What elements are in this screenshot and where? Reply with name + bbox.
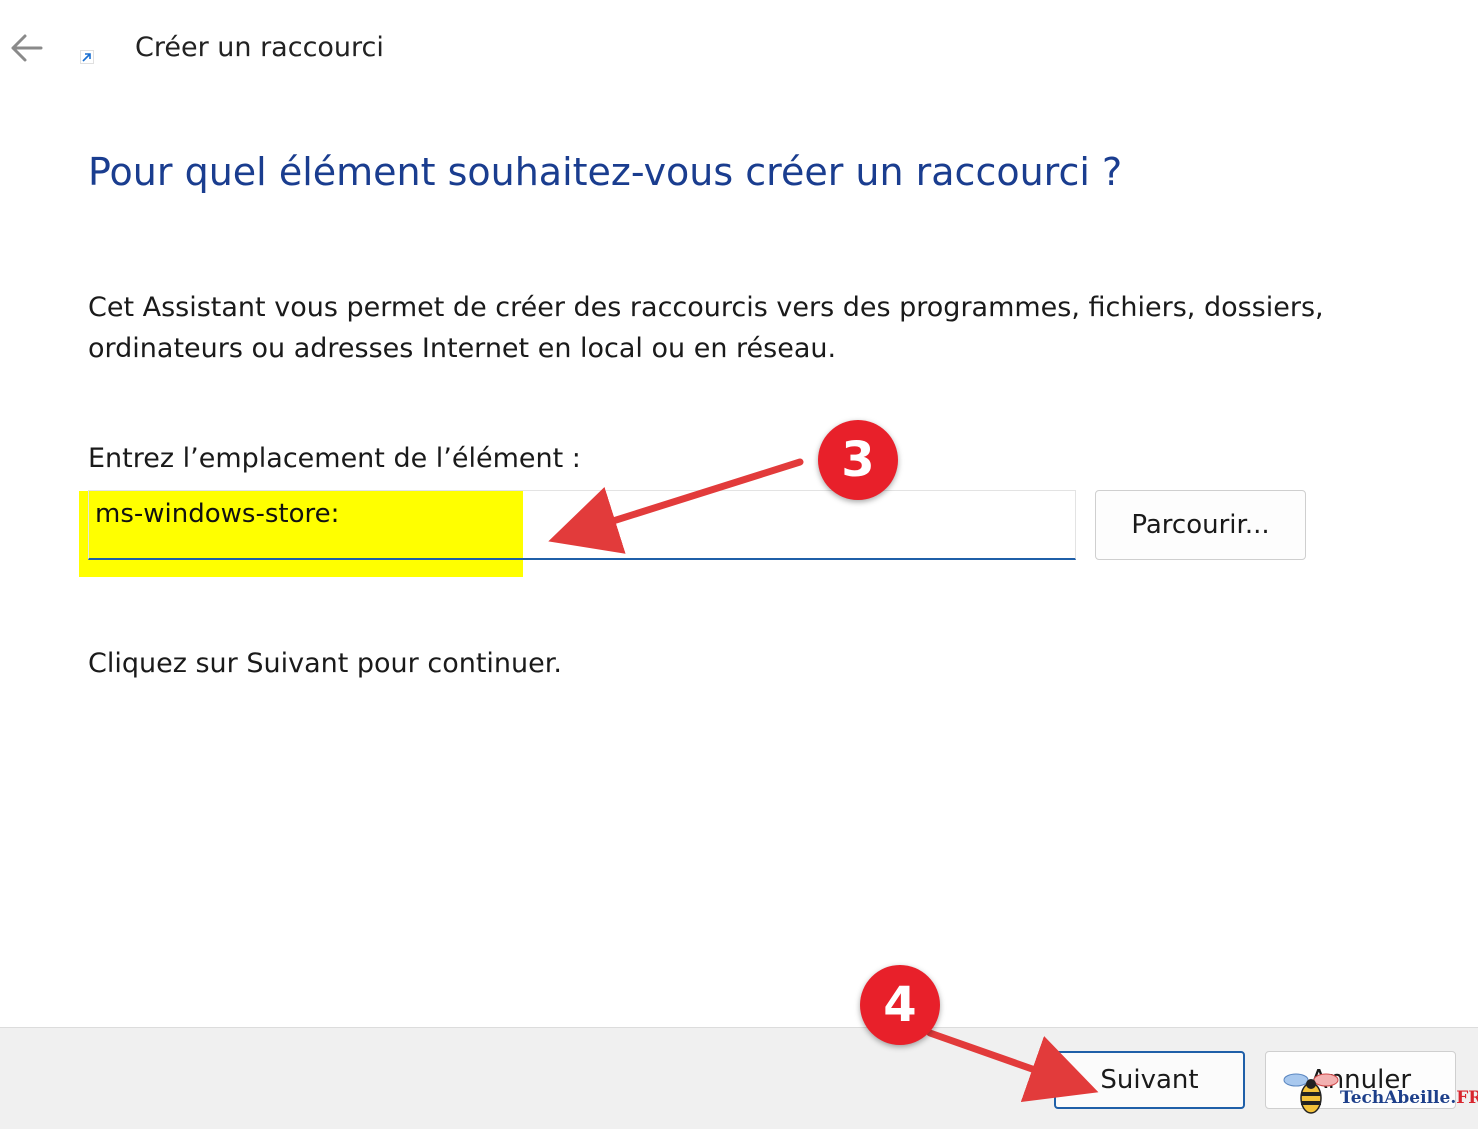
window-title: Créer un raccourci	[135, 32, 384, 63]
create-shortcut-dialog: Créer un raccourci Pour quel élément sou…	[0, 0, 1478, 1129]
step-badge-3: 3	[818, 420, 898, 500]
arrow-left-icon	[11, 34, 43, 62]
page-heading: Pour quel élément souhaitez-vous créer u…	[88, 150, 1123, 194]
intro-line-2: ordinateurs ou adresses Internet en loca…	[88, 333, 837, 364]
shortcut-arrow-icon	[80, 50, 94, 64]
continue-instruction: Cliquez sur Suivant pour continuer.	[88, 648, 562, 679]
watermark-tld: FR	[1456, 1088, 1478, 1108]
browse-button[interactable]: Parcourir...	[1095, 490, 1306, 560]
bee-icon	[1283, 1073, 1339, 1114]
footer-bar	[0, 1027, 1478, 1129]
intro-line-1: Cet Assistant vous permet de créer des r…	[88, 292, 1324, 323]
location-input[interactable]	[88, 490, 1076, 560]
next-button[interactable]: Suivant	[1054, 1051, 1245, 1109]
watermark-text: TechAbeille.FR	[1340, 1088, 1478, 1108]
intro-text: Cet Assistant vous permet de créer des r…	[88, 287, 1348, 369]
step-badge-4: 4	[860, 965, 940, 1045]
location-label: Entrez l’emplacement de l’élément :	[88, 443, 581, 474]
watermark: TechAbeille.FR	[1282, 1068, 1478, 1118]
back-button[interactable]	[4, 26, 48, 70]
watermark-name: TechAbeille	[1340, 1088, 1451, 1108]
